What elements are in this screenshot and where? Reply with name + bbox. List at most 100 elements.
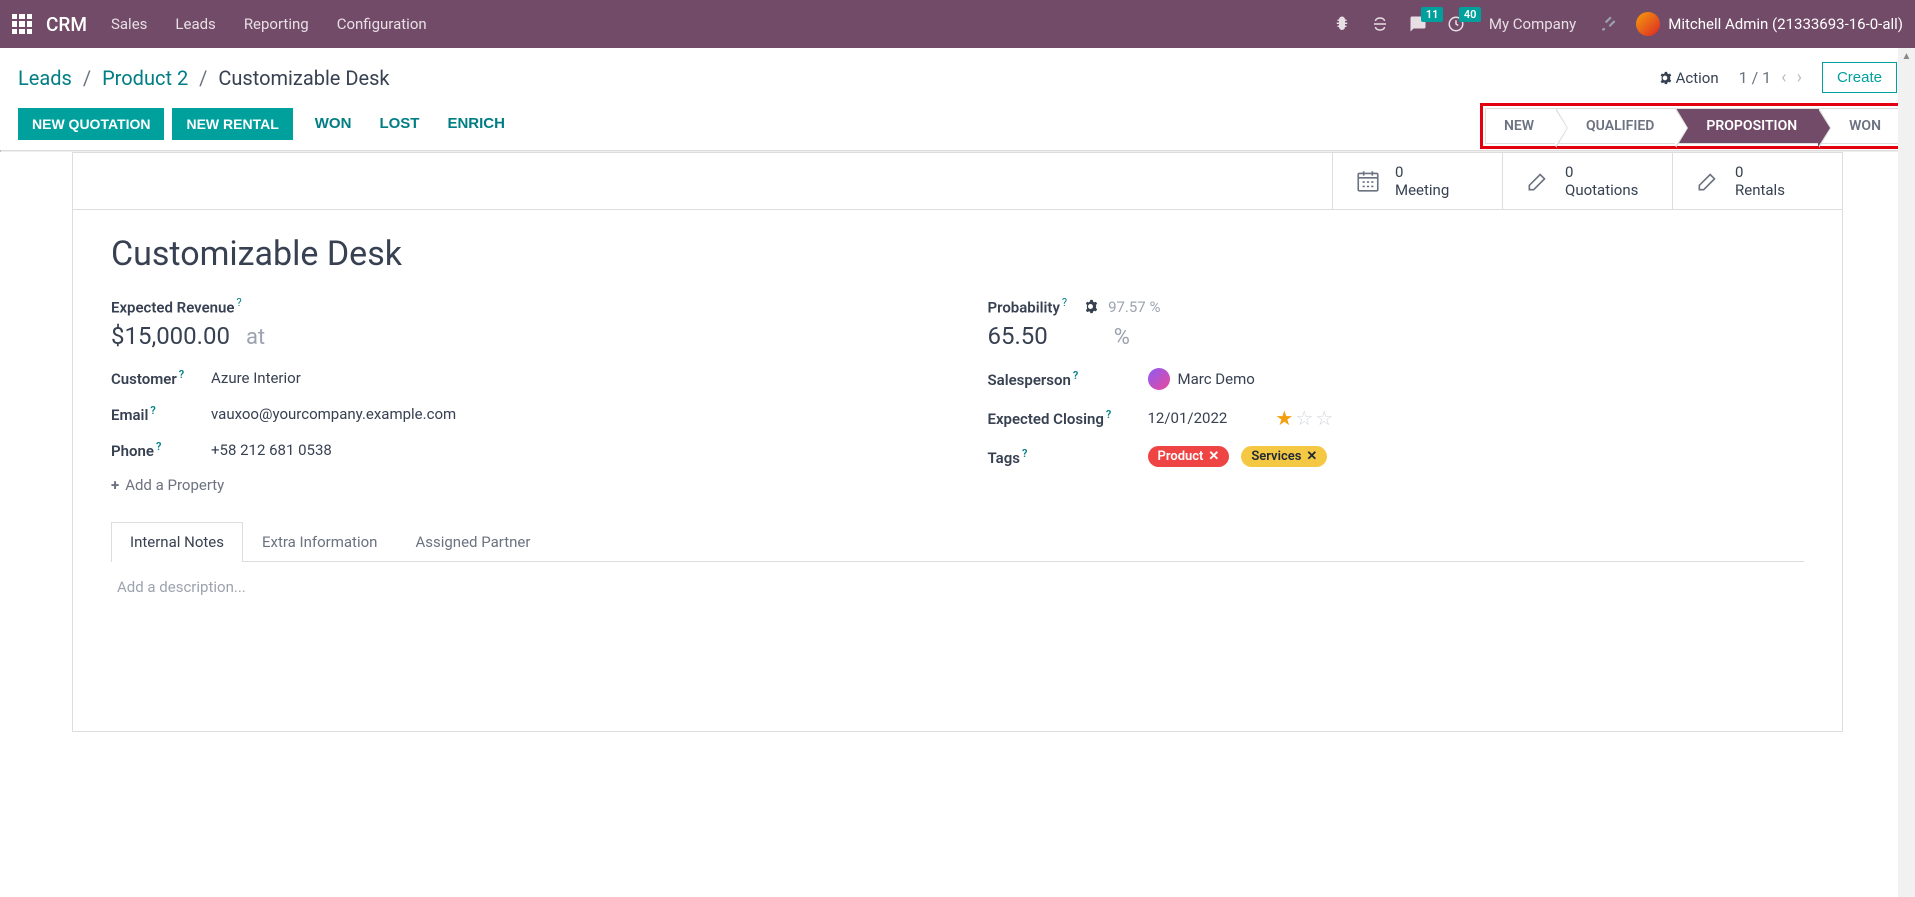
salesperson-value[interactable]: Marc Demo: [1178, 370, 1255, 388]
salesperson-label: Salesperson: [988, 371, 1071, 389]
stat-rentals-count: 0: [1735, 163, 1785, 181]
tag-services[interactable]: Services✕: [1241, 446, 1327, 467]
phone-label: Phone: [111, 442, 154, 460]
edit-icon: [1695, 168, 1721, 194]
user-avatar: [1636, 12, 1660, 36]
auto-probability: 97.57 %: [1108, 298, 1160, 316]
menu-configuration[interactable]: Configuration: [337, 15, 427, 33]
email-value[interactable]: vauxoo@yourcompany.example.com: [211, 405, 456, 423]
new-quotation-button[interactable]: NEW QUOTATION: [18, 108, 164, 140]
breadcrumb-parent[interactable]: Product 2: [102, 66, 188, 90]
stage-bar: NEW QUALIFIED PROPOSITION WON: [1480, 103, 1909, 149]
stat-rentals-label: Rentals: [1735, 181, 1785, 199]
plus-icon: +: [111, 476, 119, 494]
apps-icon[interactable]: [12, 14, 32, 34]
edit-icon: [1525, 168, 1551, 194]
breadcrumb-root[interactable]: Leads: [18, 66, 72, 90]
priority-stars: ★ ☆ ☆: [1275, 406, 1333, 430]
probability-label: Probability: [988, 298, 1060, 316]
stat-meeting-label: Meeting: [1395, 181, 1449, 199]
control-bar: Leads / Product 2 / Customizable Desk Ac…: [0, 48, 1915, 107]
star-icon[interactable]: ☆: [1315, 406, 1333, 430]
pager: 1 / 1 ‹ ›: [1739, 67, 1802, 88]
user-menu[interactable]: Mitchell Admin (21333693-16-0-all): [1636, 12, 1903, 36]
company-switcher[interactable]: My Company: [1489, 15, 1576, 33]
help-icon[interactable]: ?: [156, 440, 161, 453]
scrollbar[interactable]: ▲: [1898, 48, 1915, 897]
pager-prev-icon[interactable]: ‹: [1781, 67, 1786, 88]
top-navbar: CRM Sales Leads Reporting Configuration …: [0, 0, 1915, 48]
help-icon[interactable]: ?: [150, 404, 155, 417]
stat-buttons: 0 Meeting 0 Quotations 0 Rentals: [73, 153, 1842, 210]
description-input[interactable]: Add a description...: [111, 562, 1804, 612]
tags-label: Tags: [988, 449, 1021, 467]
menu-reporting[interactable]: Reporting: [244, 15, 309, 33]
help-icon[interactable]: ?: [236, 296, 241, 309]
star-icon[interactable]: ★: [1275, 406, 1293, 430]
probability-value[interactable]: 65.50: [988, 322, 1048, 350]
tab-assigned-partner[interactable]: Assigned Partner: [396, 522, 549, 561]
stat-quotations[interactable]: 0 Quotations: [1502, 153, 1672, 209]
pager-count: 1 / 1: [1739, 68, 1772, 87]
debug-icon[interactable]: [1371, 15, 1389, 33]
star-icon[interactable]: ☆: [1295, 406, 1313, 430]
closing-label: Expected Closing: [988, 410, 1104, 428]
tab-extra-info[interactable]: Extra Information: [243, 522, 396, 561]
phone-value[interactable]: +58 212 681 0538: [211, 441, 332, 459]
salesperson-avatar: [1148, 368, 1170, 390]
stage-proposition[interactable]: PROPOSITION: [1676, 108, 1819, 144]
help-icon[interactable]: ?: [179, 368, 184, 381]
stat-quotations-label: Quotations: [1565, 181, 1638, 199]
breadcrumb-current: Customizable Desk: [218, 66, 389, 90]
form-sheet: 0 Meeting 0 Quotations 0 Rentals Customi…: [72, 152, 1843, 732]
expected-revenue-value[interactable]: $15,000.00: [111, 322, 230, 350]
activities-icon[interactable]: 40: [1447, 15, 1465, 33]
stat-meeting-count: 0: [1395, 163, 1449, 181]
calendar-icon: [1355, 168, 1381, 194]
record-title[interactable]: Customizable Desk: [111, 234, 1804, 274]
bug-icon[interactable]: [1333, 15, 1351, 33]
stage-new[interactable]: NEW: [1485, 108, 1556, 144]
menu-leads[interactable]: Leads: [175, 15, 215, 33]
help-icon[interactable]: ?: [1062, 296, 1067, 309]
stat-quotations-count: 0: [1565, 163, 1638, 181]
menu-sales[interactable]: Sales: [111, 15, 147, 33]
closing-value[interactable]: 12/01/2022: [1148, 409, 1228, 427]
action-dropdown[interactable]: Action: [1658, 69, 1719, 87]
user-name: Mitchell Admin (21333693-16-0-all): [1668, 15, 1903, 33]
stage-qualified[interactable]: QUALIFIED: [1556, 108, 1676, 144]
help-icon[interactable]: ?: [1106, 408, 1111, 421]
messages-badge: 11: [1421, 7, 1444, 22]
new-rental-button[interactable]: NEW RENTAL: [172, 108, 292, 140]
tabs: Internal Notes Extra Information Assigne…: [111, 522, 1804, 562]
stat-meeting[interactable]: 0 Meeting: [1332, 153, 1502, 209]
help-icon[interactable]: ?: [1073, 369, 1078, 382]
stage-won[interactable]: WON: [1819, 108, 1904, 144]
add-property-button[interactable]: + Add a Property: [111, 476, 928, 494]
messages-icon[interactable]: 11: [1409, 15, 1427, 33]
action-row: NEW QUOTATION NEW RENTAL WON LOST ENRICH…: [0, 107, 1915, 150]
at-label: at: [246, 325, 265, 350]
scroll-up-icon[interactable]: ▲: [1898, 48, 1915, 65]
tools-icon[interactable]: [1600, 15, 1618, 33]
lost-button[interactable]: LOST: [365, 107, 433, 140]
tab-internal-notes[interactable]: Internal Notes: [111, 522, 243, 562]
create-button[interactable]: Create: [1822, 62, 1897, 93]
app-brand[interactable]: CRM: [46, 13, 87, 36]
tag-product[interactable]: Product✕: [1148, 446, 1230, 467]
customer-value[interactable]: Azure Interior: [211, 369, 301, 387]
pager-next-icon[interactable]: ›: [1797, 67, 1802, 88]
enrich-button[interactable]: ENRICH: [433, 107, 519, 140]
gear-icon[interactable]: [1083, 297, 1102, 316]
email-label: Email: [111, 406, 148, 424]
tag-remove-icon[interactable]: ✕: [1208, 449, 1219, 464]
percent-symbol: %: [1114, 325, 1130, 350]
customer-label: Customer: [111, 370, 177, 388]
stat-rentals[interactable]: 0 Rentals: [1672, 153, 1842, 209]
expected-revenue-label: Expected Revenue: [111, 298, 234, 316]
tag-remove-icon[interactable]: ✕: [1306, 449, 1317, 464]
won-button[interactable]: WON: [301, 107, 366, 140]
activities-badge: 40: [1459, 7, 1482, 22]
help-icon[interactable]: ?: [1022, 447, 1027, 460]
breadcrumb: Leads / Product 2 / Customizable Desk: [18, 66, 390, 90]
